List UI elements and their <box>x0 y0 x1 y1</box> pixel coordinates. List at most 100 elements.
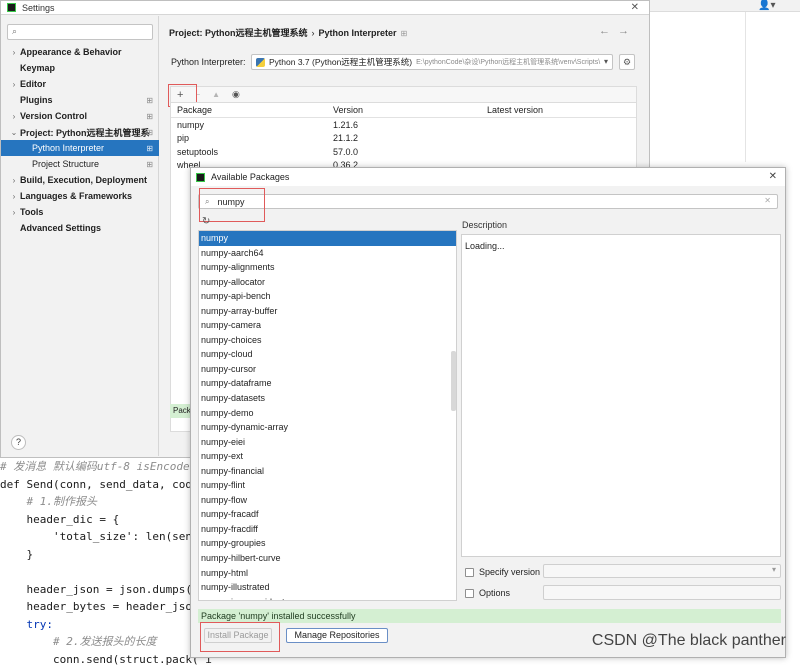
options-checkbox[interactable] <box>465 589 474 598</box>
available-packages-dialog: Available Packages ✕ ⌕ numpy ✕ ↻ numpynu… <box>190 167 786 658</box>
table-cell: pip <box>171 133 327 143</box>
chevron-down-icon: ▾ <box>604 57 608 66</box>
code-line: try: <box>0 616 200 634</box>
specify-version-checkbox[interactable] <box>465 568 474 577</box>
manage-repositories-button[interactable]: Manage Repositories <box>286 628 388 643</box>
project-config-icon: ⊞ <box>146 128 153 137</box>
list-item[interactable]: numpy-demo <box>199 406 456 421</box>
list-item[interactable]: numpy-image-widget <box>199 595 456 601</box>
settings-nav: ›Appearance & BehaviorKeymap›EditorPlugi… <box>1 44 159 236</box>
list-item[interactable]: numpy-array-buffer <box>199 304 456 319</box>
breadcrumb-project: Project: Python远程主机管理系统 <box>169 28 308 38</box>
list-item[interactable]: numpy-choices <box>199 333 456 348</box>
packages-status-peek: Pack <box>170 404 190 418</box>
list-item[interactable]: numpy-groupies <box>199 536 456 551</box>
list-item[interactable]: numpy <box>199 231 456 246</box>
project-config-icon: ⊞ <box>401 29 408 38</box>
code-line: header_dic = { <box>0 511 200 529</box>
sidebar-item[interactable]: Python Interpreter⊞ <box>1 140 159 156</box>
sidebar-item-label: Project: Python远程主机管理系 <box>20 126 150 139</box>
sidebar-item[interactable]: Plugins⊞ <box>1 92 159 108</box>
close-icon[interactable]: ✕ <box>769 171 777 182</box>
list-item[interactable]: numpy-html <box>199 566 456 581</box>
list-item[interactable]: numpy-hilbert-curve <box>199 551 456 566</box>
sidebar-item[interactable]: ›Version Control⊞ <box>1 108 159 124</box>
specify-version-row: Specify version ▾ <box>465 564 781 580</box>
settings-titlebar: Settings ✕ <box>1 1 649 15</box>
settings-search-input[interactable]: ⌕ <box>7 24 153 40</box>
sidebar-item-label: Languages & Frameworks <box>20 191 132 201</box>
list-item[interactable]: numpy-datasets <box>199 391 456 406</box>
sidebar-item[interactable]: ›Languages & Frameworks <box>1 188 159 204</box>
interpreter-name: Python 3.7 (Python远程主机管理系统) <box>269 56 412 68</box>
project-config-icon: ⊞ <box>146 160 153 169</box>
editor-toolbar <box>650 0 800 12</box>
sidebar-item-label: Build, Execution, Deployment <box>20 175 147 185</box>
project-config-icon: ⊞ <box>146 96 153 105</box>
table-cell: 21.1.2 <box>327 133 481 143</box>
gear-icon[interactable]: ⚙ <box>619 54 635 70</box>
sidebar-item[interactable]: ›Build, Execution, Deployment <box>1 172 159 188</box>
upgrade-package-button[interactable]: ▲ <box>212 90 220 99</box>
column-header[interactable]: Package <box>171 105 327 115</box>
list-item[interactable]: numpy-financial <box>199 464 456 479</box>
breadcrumb: Project: Python远程主机管理系统›Python Interpret… <box>169 26 407 39</box>
package-search-input[interactable]: ⌕ numpy ✕ <box>198 194 778 209</box>
column-header[interactable]: Version <box>327 105 481 115</box>
breadcrumb-page: Python Interpreter <box>319 28 397 38</box>
list-item[interactable]: numpy-cloud <box>199 347 456 362</box>
list-item[interactable]: numpy-flint <box>199 478 456 493</box>
interpreter-select[interactable]: Python 3.7 (Python远程主机管理系统) E:\pythonCod… <box>251 54 613 70</box>
list-item[interactable]: numpy-fracdiff <box>199 522 456 537</box>
description-panel: Loading... <box>461 234 781 557</box>
sidebar-item[interactable]: Advanced Settings <box>1 220 159 236</box>
eye-icon[interactable]: ◉ <box>232 89 240 100</box>
table-row[interactable]: pip21.1.2 <box>171 132 636 146</box>
list-item[interactable]: numpy-fracadf <box>199 507 456 522</box>
code-line: # 发消息 默认编码utf-8 isEncode 是 <box>0 458 200 476</box>
refresh-icon[interactable]: ↻ <box>202 216 210 227</box>
list-item[interactable]: numpy-camera <box>199 318 456 333</box>
sidebar-item[interactable]: ›Appearance & Behavior <box>1 44 159 60</box>
list-item[interactable]: numpy-alignments <box>199 260 456 275</box>
list-item[interactable]: numpy-illustrated <box>199 580 456 595</box>
watermark: CSDN @The black panther <box>592 632 786 650</box>
table-row[interactable]: setuptools57.0.0 <box>171 145 636 159</box>
close-icon[interactable]: ✕ <box>631 2 639 13</box>
package-list-scrollbar[interactable] <box>451 351 456 411</box>
code-area[interactable]: # 发消息 默认编码utf-8 isEncode 是def Send(conn,… <box>0 458 200 658</box>
help-button[interactable]: ? <box>11 435 26 450</box>
dialog-title: Available Packages <box>211 172 289 182</box>
list-item[interactable]: numpy-dynamic-array <box>199 420 456 435</box>
list-item[interactable]: numpy-flow <box>199 493 456 508</box>
list-item[interactable]: numpy-ext <box>199 449 456 464</box>
sidebar-item[interactable]: ⌄Project: Python远程主机管理系⊞ <box>1 124 159 140</box>
list-item[interactable]: numpy-cursor <box>199 362 456 377</box>
list-item[interactable]: numpy-eiei <box>199 435 456 450</box>
sidebar-item[interactable]: ›Editor <box>1 76 159 92</box>
sidebar-item[interactable]: Project Structure⊞ <box>1 156 159 172</box>
package-list[interactable]: numpynumpy-aarch64numpy-alignmentsnumpy-… <box>198 230 457 601</box>
sidebar-item[interactable]: Keymap <box>1 60 159 76</box>
table-cell: numpy <box>171 120 327 130</box>
sidebar-item[interactable]: ›Tools <box>1 204 159 220</box>
chevron-icon: › <box>8 48 20 57</box>
chevron-down-icon: ▾ <box>772 565 776 574</box>
list-item[interactable]: numpy-aarch64 <box>199 246 456 261</box>
list-item[interactable]: numpy-dataframe <box>199 376 456 391</box>
list-item[interactable]: numpy-allocator <box>199 275 456 290</box>
chevron-icon: › <box>8 176 20 185</box>
column-header[interactable]: Latest version <box>481 105 543 115</box>
list-item[interactable]: numpy-api-bench <box>199 289 456 304</box>
table-cell: setuptools <box>171 147 327 157</box>
version-select[interactable]: ▾ <box>543 564 781 578</box>
chevron-icon: › <box>8 80 20 89</box>
history-arrows[interactable]: ←→ <box>599 25 637 37</box>
user-icon[interactable]: 👤▾ <box>758 0 775 11</box>
clear-search-icon[interactable]: ✕ <box>764 196 771 205</box>
install-highlight <box>200 622 280 652</box>
options-input[interactable] <box>543 585 781 600</box>
options-label: Options <box>479 588 510 598</box>
code-line: # 1.制作报头 <box>0 493 200 511</box>
table-row[interactable]: numpy1.21.6 <box>171 118 636 132</box>
